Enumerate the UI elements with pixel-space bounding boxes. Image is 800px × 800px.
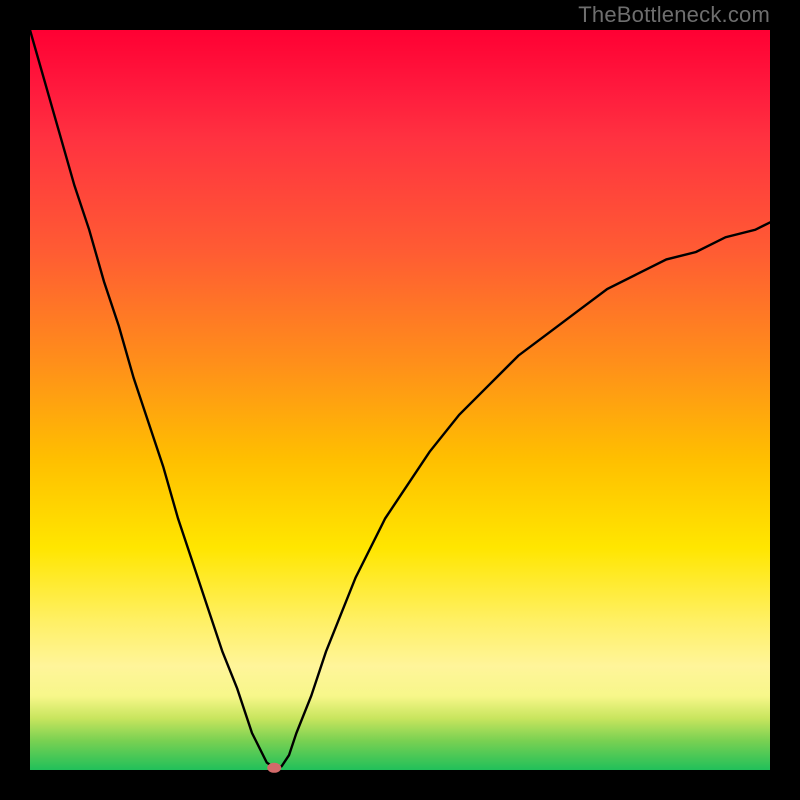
- bottleneck-curve: [30, 30, 770, 768]
- chart-frame: TheBottleneck.com: [0, 0, 800, 800]
- curve-svg: [30, 30, 770, 770]
- watermark-label: TheBottleneck.com: [578, 2, 770, 28]
- plot-area: [30, 30, 770, 770]
- min-marker: [267, 763, 281, 773]
